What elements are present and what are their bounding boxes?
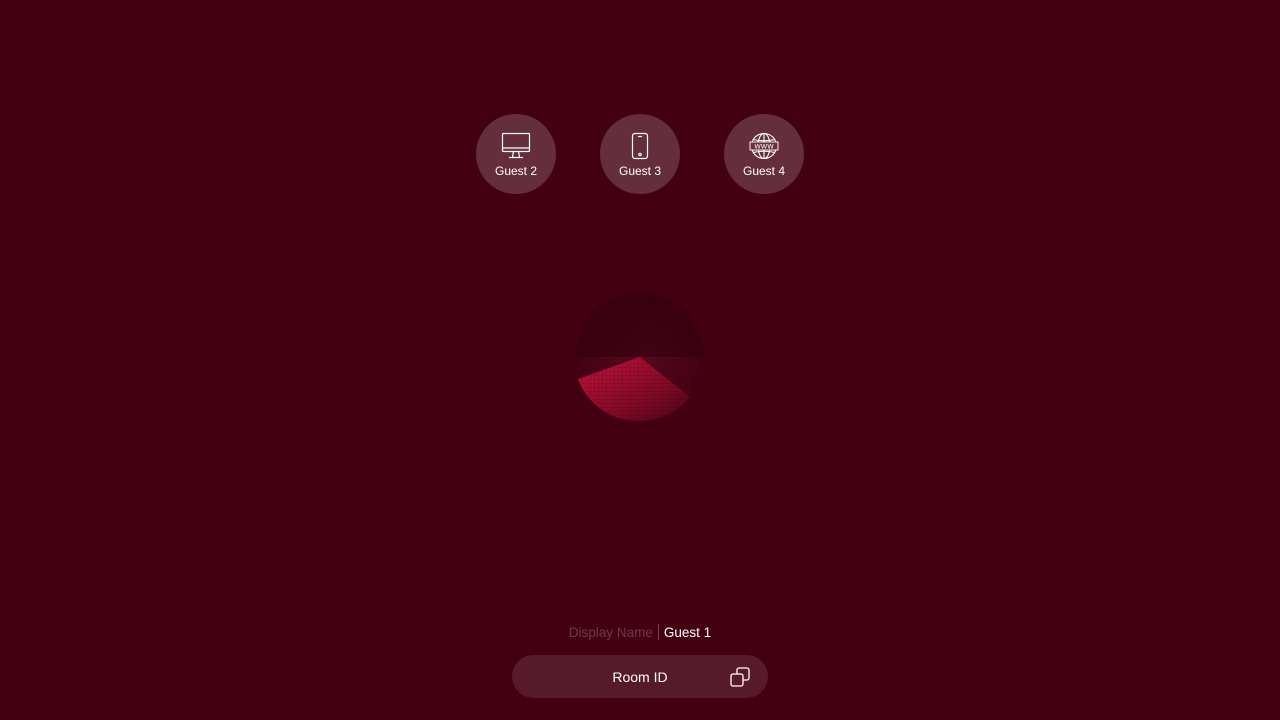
display-name-divider [657, 624, 659, 640]
peer-name: Guest 2 [494, 164, 538, 178]
peer-guest-3[interactable]: Guest 3 [600, 114, 680, 194]
desktop-icon [500, 131, 532, 161]
peer-guest-2[interactable]: Guest 2 [476, 114, 556, 194]
room-id-label: Room ID [612, 668, 668, 685]
peer-guest-4[interactable]: WWW Guest 4 [724, 114, 804, 194]
display-name-value[interactable]: Guest 1 [664, 625, 711, 640]
svg-text:WWW: WWW [754, 142, 774, 150]
display-name-row[interactable]: Display Name Guest 1 [0, 624, 1280, 642]
discovery-radar [570, 287, 710, 427]
room-id-button[interactable]: Room ID [512, 655, 768, 698]
globe-www-icon: WWW [748, 131, 780, 161]
copy-icon[interactable] [729, 666, 751, 688]
peer-name: Guest 3 [618, 164, 662, 178]
peer-name: Guest 4 [742, 164, 786, 178]
peer-list: Guest 2 Guest 3 WWW Guest 4 [476, 114, 804, 194]
display-name-label: Display Name [568, 625, 653, 640]
app-screen: Guest 2 Guest 3 WWW Guest 4 Display Name… [0, 0, 1280, 720]
phone-icon [624, 131, 656, 161]
